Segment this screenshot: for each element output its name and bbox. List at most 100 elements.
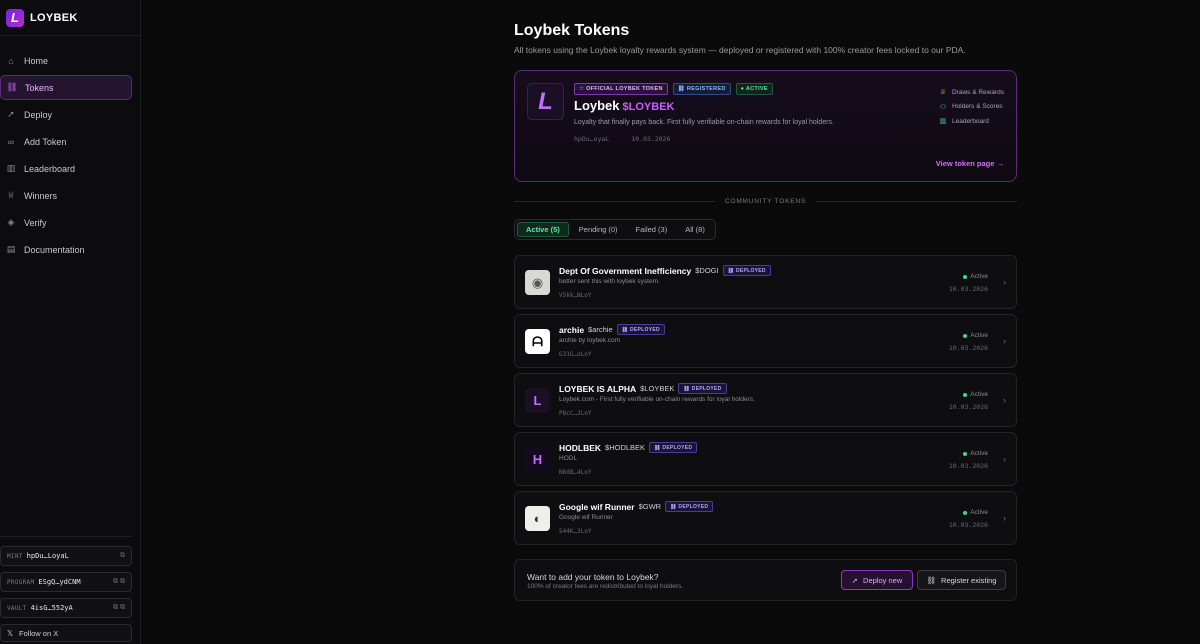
tab-all[interactable]: All (8)	[677, 222, 713, 237]
sidebar-item-label: Leaderboard	[24, 163, 76, 174]
hero-meta: hpDu…oyaL 10.03.2026	[574, 135, 670, 143]
app-root: L LOYBEK ⌂ Home ⛓ Tokens ➚ Deploy ∞ Add Toke…	[0, 0, 1200, 644]
chevron-right-icon[interactable]: ›	[1003, 454, 1006, 464]
token-mint: S44K…3LoY	[559, 528, 592, 535]
sidebar-item-winners[interactable]: ♕ Winners	[0, 183, 132, 208]
token-mint: V5kk…NLoY	[559, 292, 592, 299]
address-label: PROGRAM	[7, 578, 35, 586]
sidebar-addresses: MINT hpDu…LoyaL ⧉ PROGRAM ESgQ…ydCNM ⧉ ⧉ VAU…	[0, 536, 132, 642]
deploy-new-button[interactable]: ➚ Deploy new	[841, 570, 913, 590]
chevron-right-icon[interactable]: ›	[1003, 336, 1006, 346]
address-label: VAULT	[7, 604, 27, 612]
copy-icon[interactable]: ⧉	[120, 552, 125, 560]
sidebar-item-verify[interactable]: ◈ Verify	[0, 210, 132, 235]
community-divider: COMMUNITY TOKENS	[514, 196, 1017, 206]
view-token-page-link[interactable]: View token page →	[936, 159, 1004, 168]
token-description: archie by loybek.com	[559, 337, 621, 344]
token-name: archie $archie ⛓ DEPLOYED	[559, 324, 665, 335]
deployed-badge: ⛓ DEPLOYED	[616, 324, 665, 335]
token-status: Active	[963, 509, 988, 516]
follow-label: Follow on X	[19, 628, 59, 638]
chevron-right-icon[interactable]: ›	[1003, 513, 1006, 523]
register-existing-button[interactable]: ⛓ Register existing	[917, 570, 1006, 590]
holders-scores-link[interactable]: ⚇ Holders & Scores	[939, 100, 1004, 115]
token-name: HODLBEK $HODLBEK ⛓ DEPLOYED	[559, 442, 698, 453]
link-icon: ⛓	[6, 82, 18, 92]
hero-links: ♕ Draws & Rewards ⚇ Holders & Scores ▥ Lead…	[939, 85, 1004, 129]
chevron-right-icon[interactable]: ›	[1003, 277, 1006, 287]
sidebar-item-documentation[interactable]: ▤ Documentation	[0, 237, 132, 262]
tab-failed[interactable]: Failed (3)	[628, 222, 676, 237]
address-label: MINT	[7, 552, 23, 560]
draws-rewards-link[interactable]: ♕ Draws & Rewards	[939, 85, 1004, 100]
token-symbol: $LOYBEK	[640, 384, 675, 393]
loybek-logo-icon: L	[6, 8, 24, 27]
token-status: Active	[963, 332, 988, 339]
sidebar-item-deploy[interactable]: ➚ Deploy	[0, 102, 132, 127]
token-description: Google wif Runner	[559, 514, 613, 521]
sidebar-item-label: Add Token	[24, 136, 67, 147]
chain-icon: ∞	[7, 136, 15, 147]
sidebar-item-label: Documentation	[24, 244, 85, 255]
chevron-right-icon[interactable]: ›	[1003, 395, 1006, 405]
copy-icon[interactable]: ⧉ ⧉	[113, 604, 125, 612]
brand-name: LOYBEK	[30, 11, 78, 24]
home-icon: ⌂	[8, 55, 14, 66]
hero-badges: ☆ OFFICIAL LOYBEK TOKEN ⛓ REGISTERED ● A…	[574, 83, 773, 95]
token-name: Google wif Runner $GWR ⛓ DEPLOYED	[559, 501, 714, 512]
token-status: Active	[963, 450, 988, 457]
leaderboard-link[interactable]: ▥ Leaderboard	[939, 114, 1004, 129]
token-logo-icon: ◉	[525, 270, 550, 295]
token-date: 10.03.2026	[948, 462, 988, 470]
link-icon: ⛓	[926, 575, 937, 585]
hero-description: Loyalty that finally pays back. First fu…	[574, 119, 834, 126]
brand[interactable]: L LOYBEK	[0, 0, 140, 36]
community-tokens-label: COMMUNITY TOKENS	[724, 197, 807, 205]
status-tabs: Active (5) Pending (0) Failed (3) All (8…	[514, 219, 716, 240]
sidebar-item-label: Verify	[24, 217, 47, 228]
table-row[interactable]: H HODLBEK $HODLBEK ⛓ DEPLOYED HODL N8d8……	[514, 432, 1017, 486]
follow-on-x-button[interactable]: 𝕏 Follow on X	[0, 624, 132, 642]
sidebar-item-leaderboard[interactable]: ▥ Leaderboard	[0, 156, 132, 181]
tab-active[interactable]: Active (5)	[517, 222, 569, 237]
loybek-logo-icon: L	[527, 83, 564, 120]
token-mint: G31G…oLoY	[559, 351, 592, 358]
official-token-card[interactable]: L ☆ OFFICIAL LOYBEK TOKEN ⛓ REGISTERED ●…	[514, 70, 1017, 182]
hero-token-name: Loybek $LOYBEK	[574, 98, 675, 113]
status-dot-icon	[963, 510, 968, 515]
token-logo-icon: H	[525, 447, 550, 472]
sidebar-item-label: Tokens	[25, 82, 54, 93]
sidebar-item-home[interactable]: ⌂ Home	[0, 48, 132, 73]
bar-chart-icon: ▥	[939, 118, 947, 126]
mint-address[interactable]: MINT hpDu…LoyaL ⧉	[0, 546, 132, 566]
status-dot-icon	[963, 274, 968, 279]
sidebar: L LOYBEK ⌂ Home ⛓ Tokens ➚ Deploy ∞ Add Toke…	[0, 0, 141, 644]
token-name: LOYBEK IS ALPHA $LOYBEK ⛓ DEPLOYED	[559, 383, 727, 394]
table-row[interactable]: ◐ Google wif Runner $GWR ⛓ DEPLOYED Goog…	[514, 491, 1017, 545]
address-value: ESgQ…ydCNM	[38, 578, 81, 586]
document-icon: ▤	[6, 244, 16, 254]
address-value: 4isG…552yA	[30, 604, 73, 612]
token-logo-icon: ◐	[525, 506, 550, 531]
deployed-badge: ⛓ DEPLOYED	[678, 383, 727, 394]
token-status: Active	[963, 273, 988, 280]
copy-icon[interactable]: ⧉ ⧉	[113, 578, 125, 586]
program-address[interactable]: PROGRAM ESgQ…ydCNM ⧉ ⧉	[0, 572, 132, 592]
token-description: Loybek.com - First fully verifiable on-c…	[559, 396, 755, 403]
page-subtitle: All tokens using the Loybek loyalty rewa…	[514, 45, 966, 55]
token-symbol: $GWR	[638, 502, 662, 511]
cta-title: Want to add your token to Loybek?	[527, 572, 659, 582]
sidebar-item-label: Deploy	[24, 109, 53, 120]
sidebar-item-add-token[interactable]: ∞ Add Token	[0, 129, 132, 154]
token-description: better sent this with loybek system.	[559, 278, 660, 285]
table-row[interactable]: ᗩ archie $archie ⛓ DEPLOYED archie by lo…	[514, 314, 1017, 368]
active-badge: ● ACTIVE	[735, 83, 773, 95]
table-row[interactable]: ◉ Dept Of Government Inefficiency $DOGI …	[514, 255, 1017, 309]
token-name: Dept Of Government Inefficiency $DOGI ⛓ …	[559, 265, 771, 276]
sidebar-item-tokens[interactable]: ⛓ Tokens	[0, 75, 132, 100]
official-badge: ☆ OFFICIAL LOYBEK TOKEN	[574, 83, 668, 95]
vault-address[interactable]: VAULT 4isG…552yA ⧉ ⧉	[0, 598, 132, 618]
table-row[interactable]: L LOYBEK IS ALPHA $LOYBEK ⛓ DEPLOYED Loy…	[514, 373, 1017, 427]
trophy-icon: ♕	[6, 190, 16, 200]
tab-pending[interactable]: Pending (0)	[571, 222, 626, 237]
